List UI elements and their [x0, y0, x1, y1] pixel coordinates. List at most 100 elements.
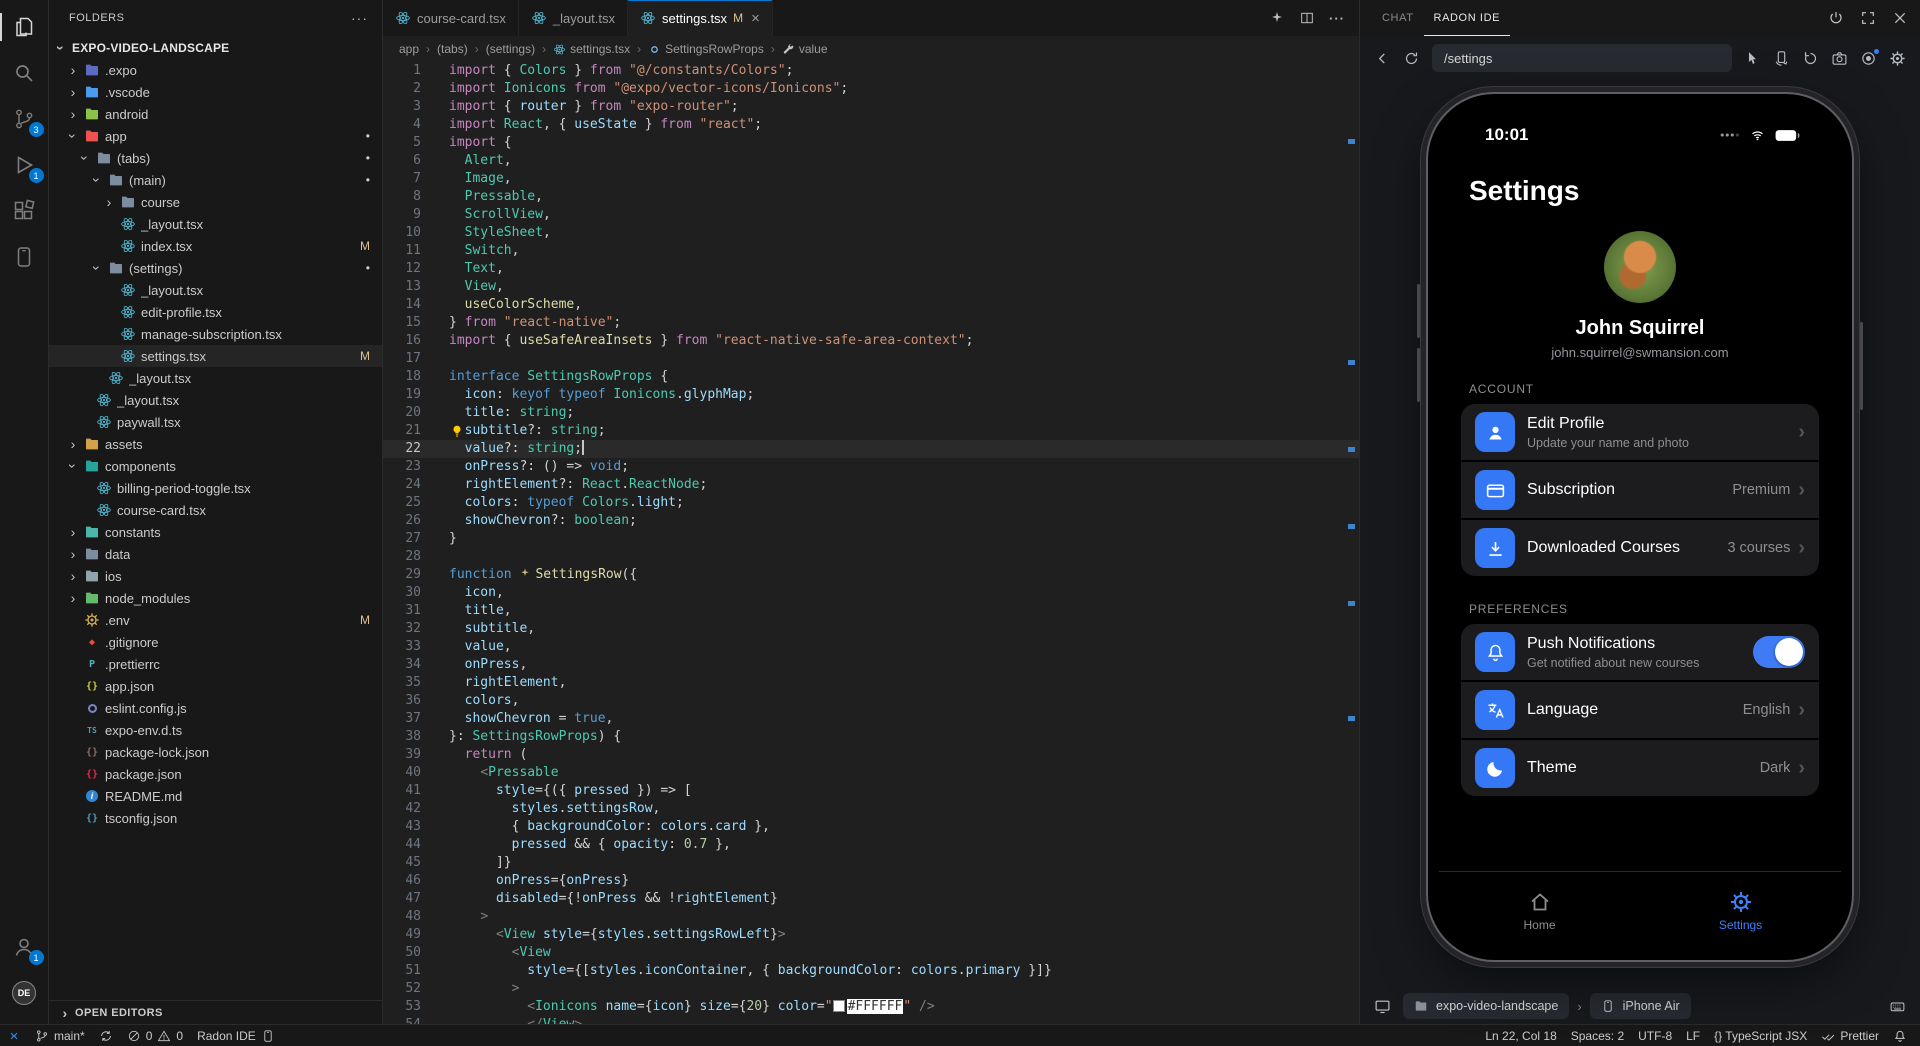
- breadcrumb-item-settings[interactable]: (settings): [486, 42, 535, 56]
- settings-row-theme[interactable]: ThemeDark›: [1461, 740, 1819, 796]
- tab-layout-tsx[interactable]: _layout.tsx: [519, 0, 628, 36]
- source-control-icon[interactable]: 3: [0, 96, 49, 142]
- radon-ide-icon[interactable]: [0, 234, 49, 280]
- status-indentation[interactable]: Spaces: 2: [1564, 1025, 1631, 1046]
- folder-item-app[interactable]: ›app•: [49, 125, 382, 147]
- file-item-eslint-config-js[interactable]: eslint.config.js: [49, 697, 382, 719]
- close-panel-icon[interactable]: [1892, 10, 1908, 26]
- status-remote[interactable]: [0, 1025, 28, 1046]
- keyboard-icon[interactable]: [1889, 998, 1906, 1015]
- run-debug-icon[interactable]: 1: [0, 142, 49, 188]
- color-swatch[interactable]: [834, 1001, 844, 1011]
- replay-icon[interactable]: [1802, 50, 1819, 67]
- folder-item-tabs[interactable]: ›(tabs)•: [49, 147, 382, 169]
- file-item-layout-tsx[interactable]: _layout.tsx: [49, 213, 382, 235]
- settings-row-push-notifications[interactable]: Push NotificationsGet notified about new…: [1461, 624, 1819, 680]
- breadcrumb-item-app[interactable]: app: [399, 42, 419, 56]
- extensions-icon[interactable]: [0, 188, 49, 234]
- phone-tab-home[interactable]: Home: [1439, 872, 1640, 949]
- file-item-prettierrc[interactable]: P.prettierrc: [49, 653, 382, 675]
- folder-item-main[interactable]: ›(main)•: [49, 169, 382, 191]
- split-editor-icon[interactable]: [1299, 10, 1315, 26]
- file-item-course-card-tsx[interactable]: course-card.tsx: [49, 499, 382, 521]
- settings-row-edit-profile[interactable]: Edit ProfileUpdate your name and photo›: [1461, 404, 1819, 460]
- file-item-manage-subscription-tsx[interactable]: manage-subscription.tsx: [49, 323, 382, 345]
- device-selector[interactable]: iPhone Air: [1590, 993, 1691, 1019]
- overview-ruler[interactable]: [1345, 62, 1359, 1024]
- explorer-icon[interactable]: [0, 4, 49, 50]
- file-item-layout-tsx[interactable]: _layout.tsx: [49, 279, 382, 301]
- file-item-env[interactable]: .envM: [49, 609, 382, 631]
- file-item-settings-tsx[interactable]: settings.tsxM: [49, 345, 382, 367]
- folder-item-settings[interactable]: ›(settings)•: [49, 257, 382, 279]
- status-language-mode[interactable]: {} TypeScript JSX: [1707, 1025, 1814, 1046]
- folder-item-expo-video-landscape[interactable]: ›EXPO-VIDEO-LANDSCAPE: [49, 37, 382, 59]
- rotate-device-icon[interactable]: [1773, 50, 1790, 67]
- code-editor[interactable]: 1import { Colors } from "@/constants/Col…: [383, 62, 1359, 1024]
- toggle-switch[interactable]: [1753, 636, 1805, 668]
- open-editors-section[interactable]: › OPEN EDITORS: [49, 1000, 382, 1024]
- back-icon[interactable]: [1374, 50, 1391, 67]
- folder-item-data[interactable]: ›data: [49, 543, 382, 565]
- file-item-billing-period-toggle-tsx[interactable]: billing-period-toggle.tsx: [49, 477, 382, 499]
- file-item-paywall-tsx[interactable]: paywall.tsx: [49, 411, 382, 433]
- status-radon-ide[interactable]: Radon IDE: [190, 1025, 282, 1046]
- device-settings-icon[interactable]: [1889, 50, 1906, 67]
- status-sync[interactable]: [92, 1025, 120, 1046]
- panel-tab-chat[interactable]: CHAT: [1372, 0, 1424, 36]
- status-formatter[interactable]: Prettier: [1814, 1025, 1886, 1046]
- status-problems[interactable]: 00: [120, 1025, 190, 1046]
- more-actions-icon[interactable]: ···: [1329, 11, 1345, 26]
- panel-tab-radon-ide[interactable]: RADON IDE: [1424, 0, 1511, 36]
- lightbulb-icon[interactable]: [450, 424, 464, 438]
- file-item-package-lock-json[interactable]: {}package-lock.json: [49, 741, 382, 763]
- phone-tab-settings[interactable]: Settings: [1640, 872, 1841, 949]
- folder-item-expo[interactable]: ›.expo: [49, 59, 382, 81]
- breadcrumb-item-tabs[interactable]: (tabs): [437, 42, 468, 56]
- status-encoding[interactable]: UTF-8: [1631, 1025, 1679, 1046]
- settings-row-subscription[interactable]: SubscriptionPremium›: [1461, 462, 1819, 518]
- expand-icon[interactable]: [1860, 10, 1876, 26]
- status-git-branch[interactable]: main*: [28, 1025, 92, 1046]
- folder-item-components[interactable]: ›components: [49, 455, 382, 477]
- search-icon[interactable]: [0, 50, 49, 96]
- close-tab-icon[interactable]: ×: [751, 10, 760, 27]
- breadcrumb-item-value[interactable]: value: [782, 42, 828, 56]
- settings-row-language[interactable]: LanguageEnglish›: [1461, 682, 1819, 738]
- screenshot-icon[interactable]: [1831, 50, 1848, 67]
- file-item-package-json[interactable]: {}package.json: [49, 763, 382, 785]
- settings-row-downloaded-courses[interactable]: Downloaded Courses3 courses›: [1461, 520, 1819, 576]
- breadcrumb-item-settingsrowprops[interactable]: SettingsRowProps: [648, 42, 764, 56]
- tab-settings-tsx[interactable]: settings.tsxM×: [628, 0, 773, 36]
- avatar[interactable]: [1604, 231, 1676, 303]
- file-item-gitignore[interactable]: ◆.gitignore: [49, 631, 382, 653]
- file-item-app-json[interactable]: {}app.json: [49, 675, 382, 697]
- status-notifications[interactable]: [1886, 1025, 1914, 1046]
- file-item-layout-tsx[interactable]: _layout.tsx: [49, 367, 382, 389]
- project-selector[interactable]: expo-video-landscape: [1403, 993, 1569, 1019]
- folder-item-constants[interactable]: ›constants: [49, 521, 382, 543]
- file-item-index-tsx[interactable]: index.tsxM: [49, 235, 382, 257]
- url-input[interactable]: [1432, 44, 1732, 72]
- reload-icon[interactable]: [1403, 50, 1420, 67]
- power-icon[interactable]: [1828, 10, 1844, 26]
- tab-course-card-tsx[interactable]: course-card.tsx: [383, 0, 519, 36]
- inspect-pointer-icon[interactable]: [1744, 50, 1761, 67]
- file-item-edit-profile-tsx[interactable]: edit-profile.tsx: [49, 301, 382, 323]
- folder-item-ios[interactable]: ›ios: [49, 565, 382, 587]
- profile-icon[interactable]: DE: [0, 970, 49, 1016]
- status-cursor-position[interactable]: Ln 22, Col 18: [1478, 1025, 1563, 1046]
- folder-item-course[interactable]: ›course: [49, 191, 382, 213]
- file-item-readme-md[interactable]: iREADME.md: [49, 785, 382, 807]
- folder-item-node-modules[interactable]: ›node_modules: [49, 587, 382, 609]
- sparkle-icon[interactable]: [519, 567, 531, 579]
- phone-screen[interactable]: 10:01 Settings John Squirrel john.squi: [1439, 105, 1841, 949]
- folder-item-vscode[interactable]: ›.vscode: [49, 81, 382, 103]
- screen-share-icon[interactable]: [1374, 998, 1391, 1015]
- file-item-expo-env-d-ts[interactable]: TSexpo-env.d.ts: [49, 719, 382, 741]
- folder-item-android[interactable]: ›android: [49, 103, 382, 125]
- breadcrumb-item-settings-tsx[interactable]: settings.tsx: [553, 42, 630, 56]
- file-item-tsconfig-json[interactable]: {}tsconfig.json: [49, 807, 382, 829]
- accounts-icon[interactable]: 1: [0, 924, 49, 970]
- sidebar-more-icon[interactable]: ···: [351, 10, 368, 26]
